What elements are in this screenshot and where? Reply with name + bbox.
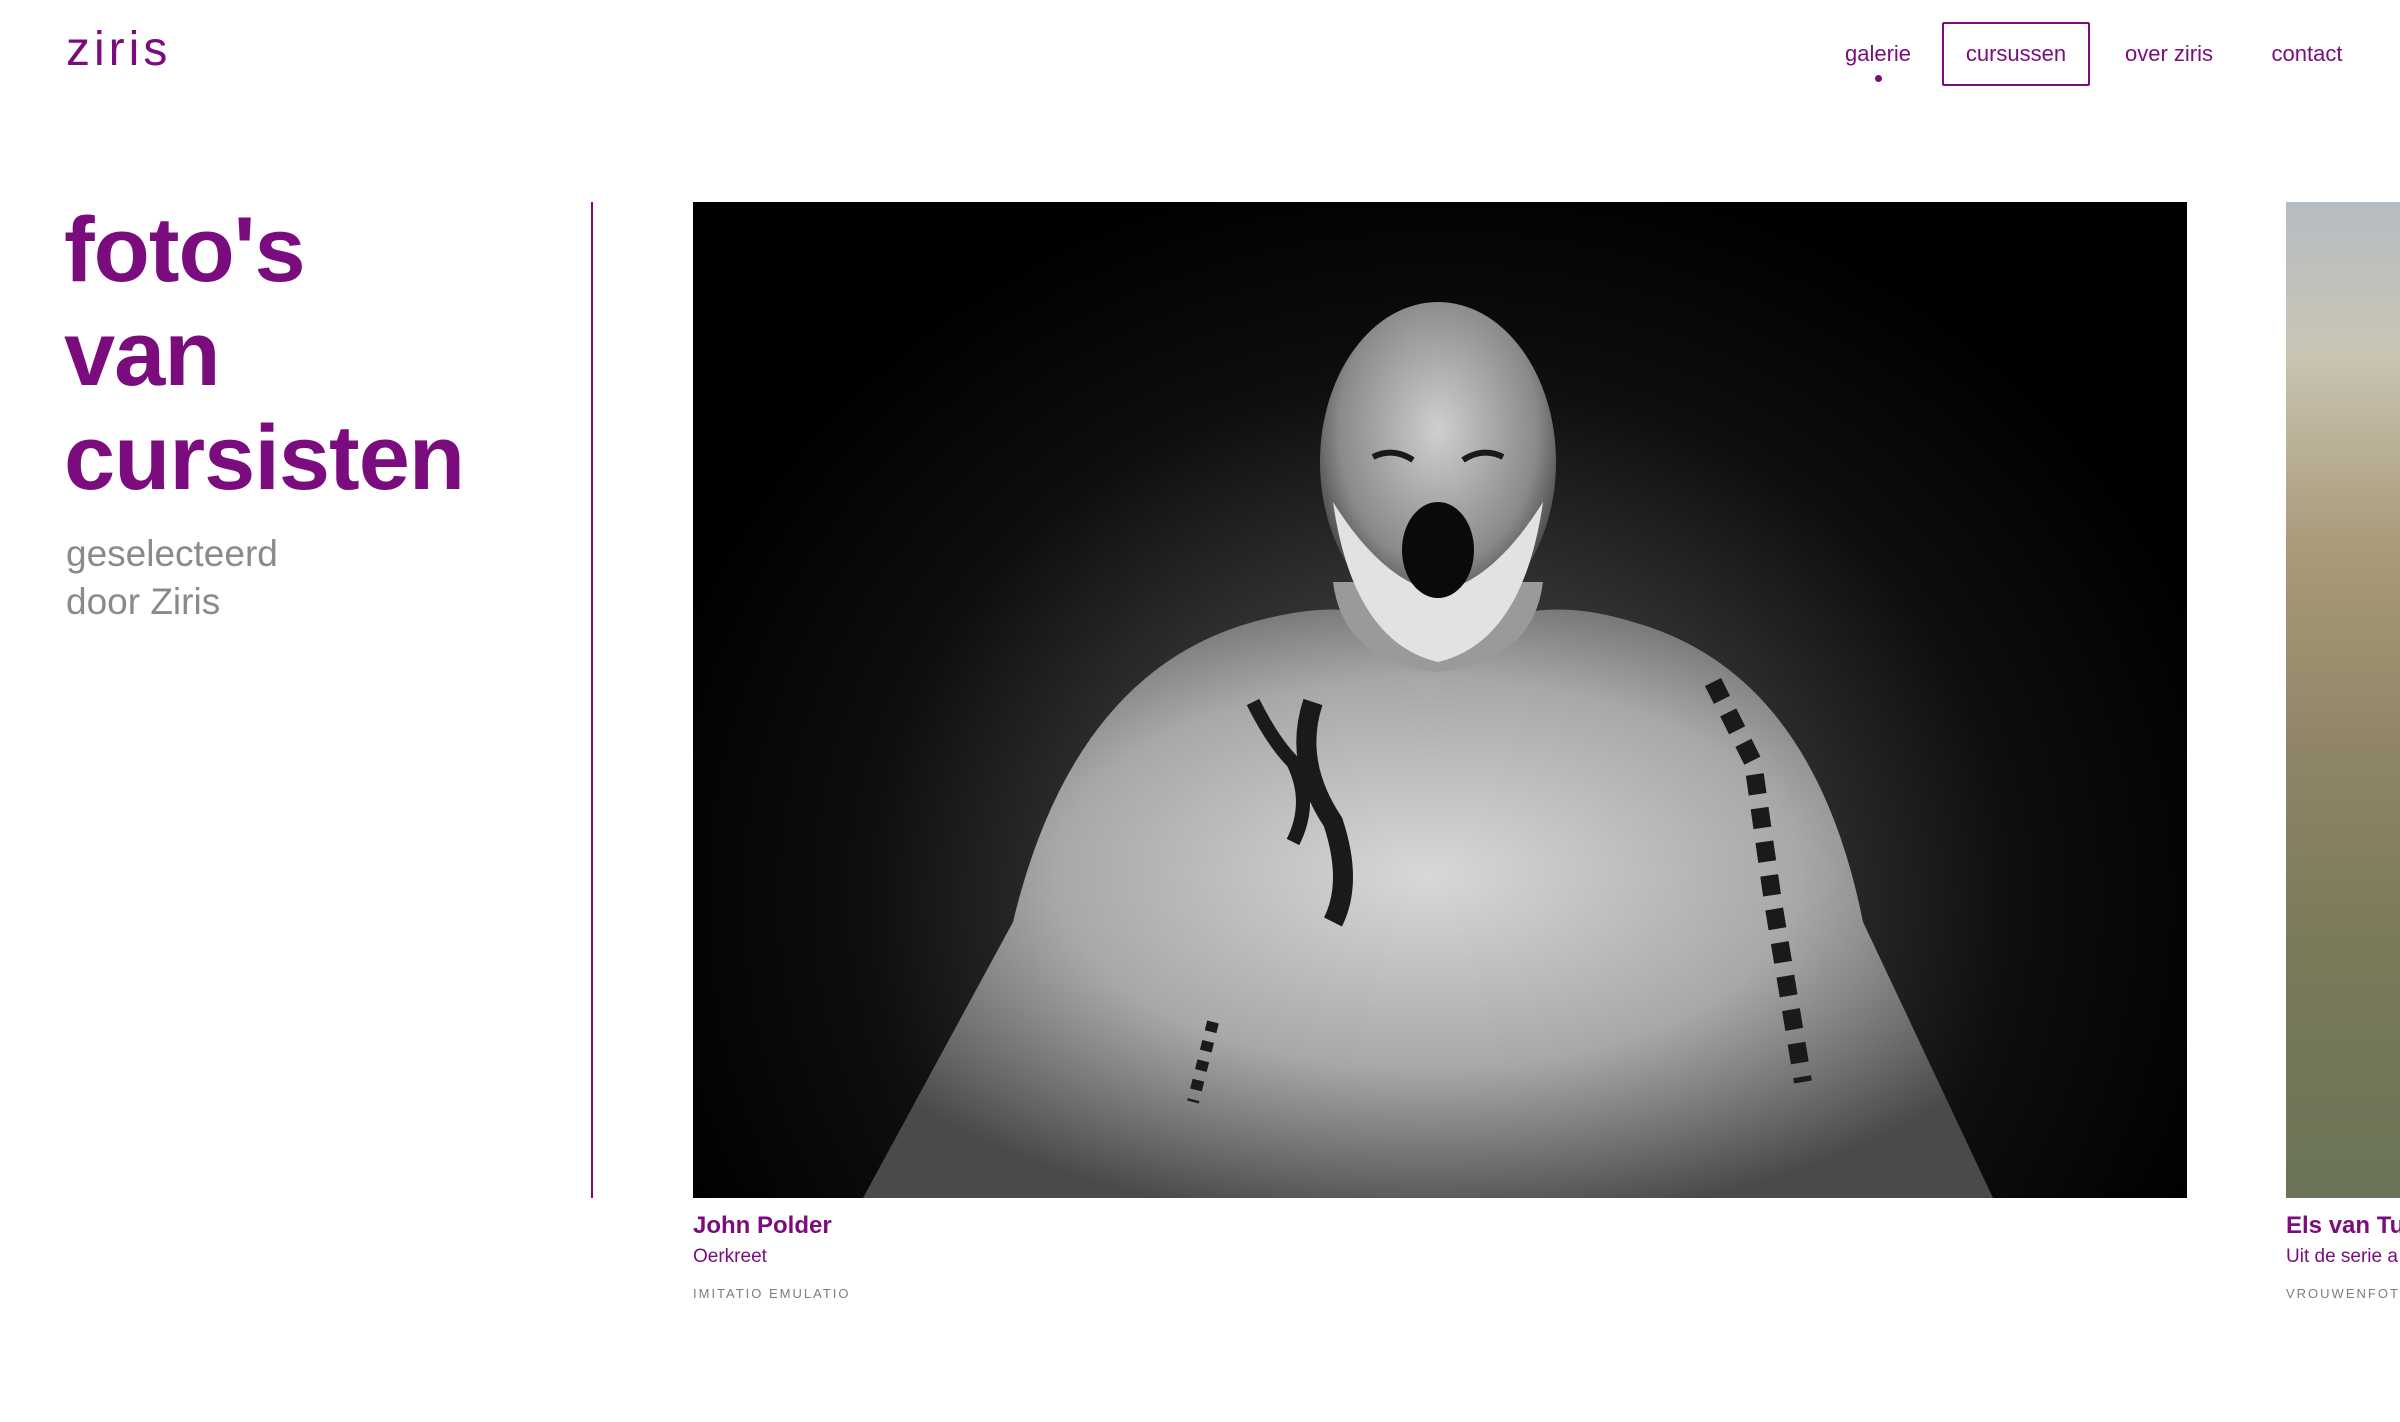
nav-cursussen-label: cursussen — [1965, 41, 2067, 66]
gallery-card[interactable]: John Polder Oerkreet IMITATIO EMULATIO — [693, 202, 2187, 1301]
page-title: foto's van cursisten — [64, 198, 465, 510]
gallery-photo[interactable] — [2286, 202, 2400, 1198]
page-title-line: van — [64, 303, 221, 405]
nav-cursussen-button[interactable]: cursussen — [1942, 22, 2090, 86]
nav-galerie-label: galerie — [1844, 41, 1912, 66]
photographer-name[interactable]: John Polder — [693, 1212, 2187, 1240]
active-indicator-dot — [1875, 75, 1882, 82]
page-subtitle-line: door Ziris — [66, 581, 221, 622]
nav-galerie[interactable]: galerie — [1833, 22, 1923, 86]
gallery-card[interactable]: Els van Tu Uit de serie a VROUWENFOTO — [2286, 202, 2400, 1301]
nav-contact[interactable]: contact — [2248, 22, 2366, 86]
photo-title: Oerkreet — [693, 1246, 767, 1267]
nav-over-ziris[interactable]: over ziris — [2113, 22, 2225, 86]
nav-contact-label: contact — [2271, 41, 2343, 66]
page-subtitle: geselecteerd door Ziris — [66, 530, 278, 626]
portrait-silhouette — [863, 302, 1993, 1198]
page-subtitle-line: geselecteerd — [66, 533, 278, 574]
gallery-photo[interactable] — [693, 202, 2187, 1198]
page: ziris galerie cursussen over ziris conta… — [0, 0, 2400, 1422]
course-name: VROUWENFOTO — [2286, 1286, 2400, 1301]
page-title-line: foto's — [64, 199, 306, 301]
photographer-name[interactable]: Els van Tu — [2286, 1212, 2400, 1240]
nav-over-ziris-label: over ziris — [2124, 41, 2213, 66]
photo-title: Uit de serie a — [2286, 1246, 2398, 1267]
course-name: IMITATIO EMULATIO — [693, 1286, 851, 1301]
page-title-line: cursisten — [64, 407, 465, 509]
logo[interactable]: ziris — [66, 22, 171, 77]
vertical-divider — [591, 202, 593, 1198]
